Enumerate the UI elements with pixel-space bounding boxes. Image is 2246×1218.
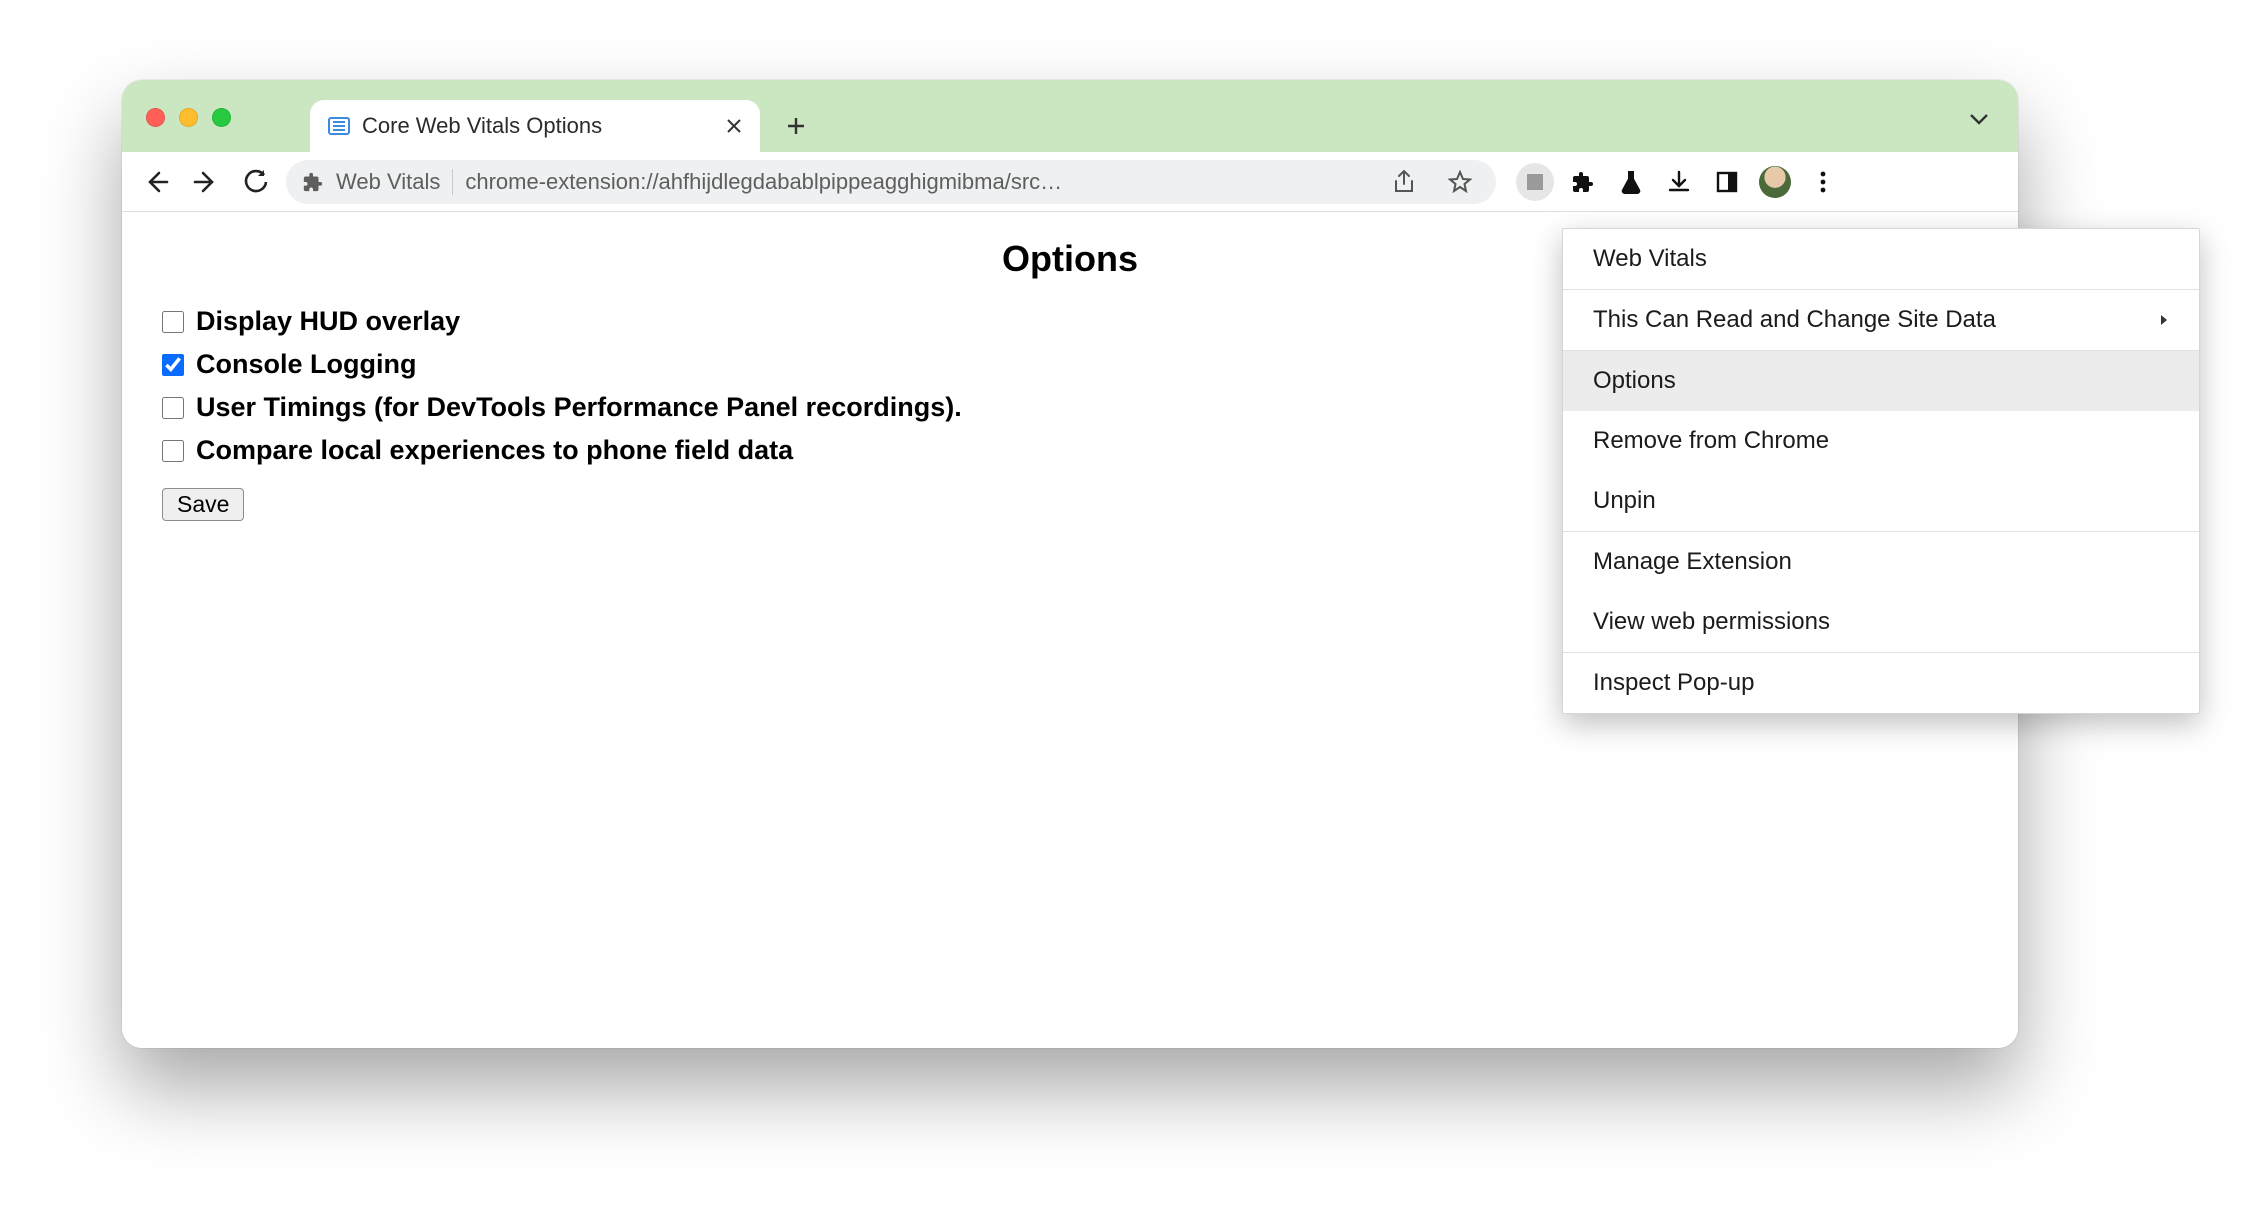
menu-button[interactable] xyxy=(1804,163,1842,201)
option-label: Compare local experiences to phone field… xyxy=(196,435,793,466)
minimize-window-button[interactable] xyxy=(179,108,198,127)
checkbox-console-logging[interactable] xyxy=(162,354,184,376)
share-icon xyxy=(1393,170,1415,194)
active-extension-button[interactable] xyxy=(1516,163,1554,201)
profile-button[interactable] xyxy=(1756,163,1794,201)
downloads-button[interactable] xyxy=(1660,163,1698,201)
omnibox-divider xyxy=(452,169,453,195)
menu-item-label: Inspect Pop-up xyxy=(1593,669,1754,697)
menu-item-view-permissions[interactable]: View web permissions xyxy=(1563,592,2199,652)
toolbar: Web Vitals chrome-extension://ahfhijdleg… xyxy=(122,152,2018,212)
forward-button[interactable] xyxy=(186,162,226,202)
context-menu-title: Web Vitals xyxy=(1563,229,2199,289)
context-menu-title-label: Web Vitals xyxy=(1593,245,1707,273)
menu-item-label: This Can Read and Change Site Data xyxy=(1593,306,1996,334)
window-controls xyxy=(146,108,231,127)
extension-icon xyxy=(302,171,324,193)
menu-item-manage-extension[interactable]: Manage Extension xyxy=(1563,532,2199,592)
bookmark-button[interactable] xyxy=(1440,162,1480,202)
tab-close-button[interactable] xyxy=(726,118,742,134)
labs-button[interactable] xyxy=(1612,163,1650,201)
arrow-left-icon xyxy=(143,169,169,195)
kebab-icon xyxy=(1820,171,1826,193)
avatar-icon xyxy=(1759,166,1791,198)
omnibox-extension-name: Web Vitals xyxy=(336,169,440,195)
toolbar-actions xyxy=(1516,163,1842,201)
menu-item-label: Remove from Chrome xyxy=(1593,427,1829,455)
extensions-button[interactable] xyxy=(1564,163,1602,201)
checkbox-compare-local[interactable] xyxy=(162,440,184,462)
checkbox-display-hud[interactable] xyxy=(162,311,184,333)
omnibox-url: chrome-extension://ahfhijdlegdabablpippe… xyxy=(465,169,1372,195)
share-button[interactable] xyxy=(1384,162,1424,202)
flask-icon xyxy=(1620,170,1642,194)
menu-item-inspect-popup[interactable]: Inspect Pop-up xyxy=(1563,653,2199,713)
star-icon xyxy=(1448,170,1472,194)
menu-item-label: Options xyxy=(1593,367,1676,395)
maximize-window-button[interactable] xyxy=(212,108,231,127)
omnibox[interactable]: Web Vitals chrome-extension://ahfhijdleg… xyxy=(286,160,1496,204)
reload-icon xyxy=(243,169,269,195)
plus-icon xyxy=(786,116,806,136)
download-icon xyxy=(1667,170,1691,194)
back-button[interactable] xyxy=(136,162,176,202)
menu-item-site-data[interactable]: This Can Read and Change Site Data xyxy=(1563,290,2199,350)
puzzle-icon xyxy=(1571,170,1595,194)
option-label: Display HUD overlay xyxy=(196,306,460,337)
submenu-arrow-icon xyxy=(2159,313,2169,327)
vitals-favicon-icon xyxy=(328,117,350,135)
menu-item-label: Unpin xyxy=(1593,487,1656,515)
menu-item-remove[interactable]: Remove from Chrome xyxy=(1563,411,2199,471)
menu-item-unpin[interactable]: Unpin xyxy=(1563,471,2199,531)
menu-item-label: Manage Extension xyxy=(1593,548,1792,576)
close-window-button[interactable] xyxy=(146,108,165,127)
chevron-down-icon xyxy=(1969,113,1989,125)
side-panel-button[interactable] xyxy=(1708,163,1746,201)
checkbox-user-timings[interactable] xyxy=(162,397,184,419)
square-icon xyxy=(1525,172,1545,192)
menu-item-options[interactable]: Options xyxy=(1563,351,2199,411)
extension-context-menu: Web Vitals This Can Read and Change Site… xyxy=(1562,228,2200,714)
tab-search-button[interactable] xyxy=(1962,102,1996,136)
close-icon xyxy=(726,118,742,134)
browser-tab[interactable]: Core Web Vitals Options xyxy=(310,100,760,152)
new-tab-button[interactable] xyxy=(774,104,818,148)
tab-title: Core Web Vitals Options xyxy=(362,113,714,139)
arrow-right-icon xyxy=(193,169,219,195)
tab-strip: Core Web Vitals Options xyxy=(122,80,2018,152)
option-label: Console Logging xyxy=(196,349,416,380)
menu-item-label: View web permissions xyxy=(1593,608,1830,636)
save-button[interactable]: Save xyxy=(162,488,244,521)
option-label: User Timings (for DevTools Performance P… xyxy=(196,392,962,423)
reload-button[interactable] xyxy=(236,162,276,202)
panel-icon xyxy=(1716,171,1738,193)
